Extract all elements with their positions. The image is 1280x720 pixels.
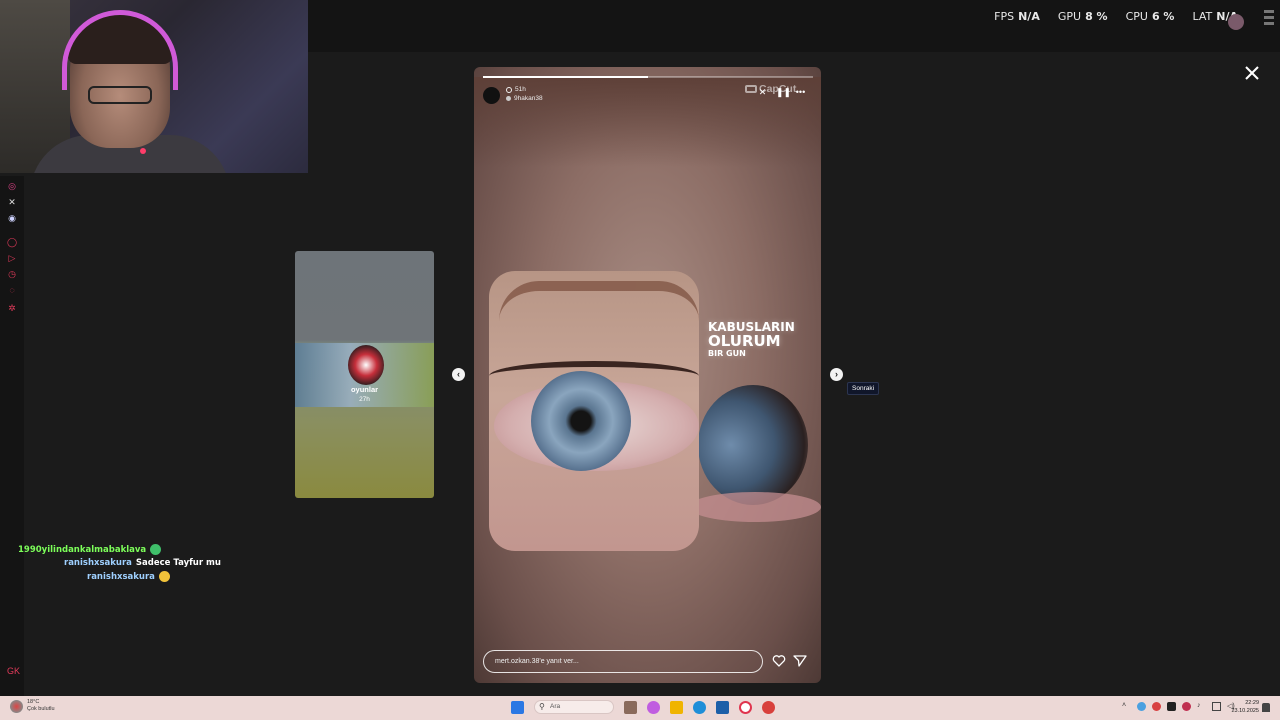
weather-text: 18°C Çok bulutlu <box>27 699 55 713</box>
story-progress-fill <box>483 76 648 78</box>
chat-bubble-icon: ◌ <box>9 285 15 295</box>
mic-light <box>140 148 146 154</box>
tray-app-icon[interactable] <box>1152 702 1161 711</box>
red-circle-icon: ◯ <box>7 237 18 247</box>
performance-overlay: FPS N/A GPU 8 % CPU 6 % LAT N/A <box>994 10 1238 23</box>
fps-value: N/A <box>1018 10 1040 23</box>
story-thumbnail-avatar <box>348 345 384 385</box>
emoji-icon <box>158 571 170 582</box>
menu-icon[interactable] <box>1264 10 1274 25</box>
play-icon: ▷ <box>8 253 16 263</box>
display-icon[interactable] <box>1212 702 1221 711</box>
x-icon: ✕ <box>8 197 16 207</box>
tray-app-icon[interactable] <box>1182 702 1191 711</box>
chat-username: ranishxsakura <box>64 558 132 568</box>
webcam-overlay <box>0 0 308 173</box>
chat-username: 1990yilindankalmabaklava <box>18 544 147 555</box>
instagram-icon: ◎ <box>8 181 16 191</box>
taskbar-search[interactable]: Ara <box>534 700 614 714</box>
eye-card-brow <box>499 281 699 321</box>
mute-icon[interactable]: ✕ <box>757 87 768 98</box>
notification-bell-icon[interactable] <box>1262 703 1270 712</box>
clock-time: 22:29 <box>1245 700 1259 706</box>
opera-gx-icon[interactable] <box>739 700 752 714</box>
clock-date: 23.10.2025 <box>1231 708 1259 714</box>
chat-message: 1990yilindankalmabaklava <box>18 544 162 555</box>
cpu-stat: CPU 6 % <box>1126 10 1175 23</box>
story-author-avatar[interactable] <box>483 87 500 104</box>
like-heart-icon[interactable] <box>772 654 786 668</box>
tray-chevron-icon[interactable]: ˄ <box>1122 702 1131 711</box>
copilot-icon[interactable] <box>647 700 660 714</box>
taskbar-apps: Ara <box>511 700 775 714</box>
green-emote-icon <box>150 544 162 555</box>
story-user-row[interactable]: 9hakan38 <box>506 95 543 102</box>
story-image-eye-card <box>489 271 699 551</box>
edge-icon[interactable] <box>693 700 706 714</box>
file-explorer-icon[interactable] <box>670 700 683 714</box>
discord-icon: ◉ <box>8 213 16 223</box>
tray-app-icon[interactable] <box>1137 702 1146 711</box>
capcut-logo-icon <box>745 85 757 93</box>
previous-story-username: oyunlar <box>350 385 379 394</box>
gpu-value: 8 % <box>1085 10 1108 23</box>
weather-temp: 18°C <box>27 699 40 705</box>
story-viewer[interactable]: KABUSLARIN OLURUM BIR GUN 51h 9hakan38 C… <box>474 67 821 683</box>
weather-icon <box>10 699 23 713</box>
screen: FPS N/A GPU 8 % CPU 6 % LAT N/A ◎ ✕ ◉ ◯ ▷ ◷ … <box>0 0 1280 720</box>
tray-app-icon[interactable] <box>1167 702 1176 711</box>
story-username: 9hakan38 <box>514 95 543 102</box>
story-headline-line2: OLURUM <box>708 332 781 350</box>
previous-story-thumbnail[interactable]: oyunlar 27h <box>295 251 434 498</box>
microphone-icon[interactable]: ♪ <box>1197 702 1206 711</box>
story-progress-bar <box>483 76 813 78</box>
eye-card-lid <box>489 361 699 391</box>
chat-message: ranishxsakura <box>87 571 170 582</box>
weather-desc: Çok bulutlu <box>27 706 55 712</box>
previous-story-time: 27h <box>359 396 370 403</box>
headset <box>62 10 178 90</box>
store-icon[interactable] <box>716 700 729 714</box>
lat-label: LAT <box>1192 10 1213 23</box>
more-options-icon[interactable]: ••• <box>795 87 806 98</box>
system-tray: ˄ ♪ ◁) <box>1122 702 1236 711</box>
story-headline: KABUSLARIN OLURUM BIR GUN <box>708 321 795 358</box>
glasses <box>88 86 152 104</box>
fps-stat: FPS N/A <box>994 10 1040 23</box>
next-tooltip: Sonraki <box>847 382 880 395</box>
story-image-lid <box>689 492 821 522</box>
cpu-label: CPU <box>1125 10 1148 23</box>
windows-taskbar: 18°C Çok bulutlu Ara ˄ ♪ ◁) 22:29 <box>0 696 1280 720</box>
fps-label: FPS <box>994 10 1015 23</box>
gpu-stat: GPU 8 % <box>1058 10 1108 23</box>
profile-avatar[interactable] <box>1228 14 1244 30</box>
story-time-row: 51h <box>506 86 526 93</box>
chat-message: ranishxsakura Sadece Tayfur mu <box>64 558 221 568</box>
chat-username: ranishxsakura <box>87 571 155 582</box>
weather-widget[interactable]: 18°C Çok bulutlu <box>10 699 55 713</box>
taskbar-clock[interactable]: 22:29 23.10.2025 <box>1231 699 1259 715</box>
widget-icon[interactable] <box>624 700 637 714</box>
story-time: 51h <box>515 86 526 93</box>
social-strip: ◎ ✕ ◉ ◯ ▷ ◷ ◌ ✲ GK <box>0 176 24 696</box>
repost-icon <box>506 96 511 101</box>
previous-story-button[interactable]: ‹ <box>452 368 465 381</box>
next-story-button[interactable]: › <box>830 368 843 381</box>
cpu-value: 6 % <box>1151 10 1175 23</box>
audience-icon <box>506 86 512 93</box>
chrome-icon[interactable] <box>762 700 775 714</box>
reply-input[interactable]: mert.ozkan.38'e yanıt ver... <box>483 650 763 673</box>
story-image-background-eye <box>698 385 808 505</box>
story-headline-line3: BIR GUN <box>708 349 746 358</box>
close-icon[interactable] <box>1243 64 1261 82</box>
gk-logo-icon: GK <box>7 666 21 676</box>
gpu-label: GPU <box>1057 10 1082 23</box>
send-icon[interactable] <box>793 654 807 668</box>
settings-icon: ✲ <box>8 303 16 313</box>
chat-text: Sadece Tayfur mu <box>135 558 221 568</box>
pause-icon[interactable]: ❚❚ <box>776 87 791 98</box>
windows-start-icon[interactable] <box>511 700 524 714</box>
clock-icon: ◷ <box>8 269 16 279</box>
